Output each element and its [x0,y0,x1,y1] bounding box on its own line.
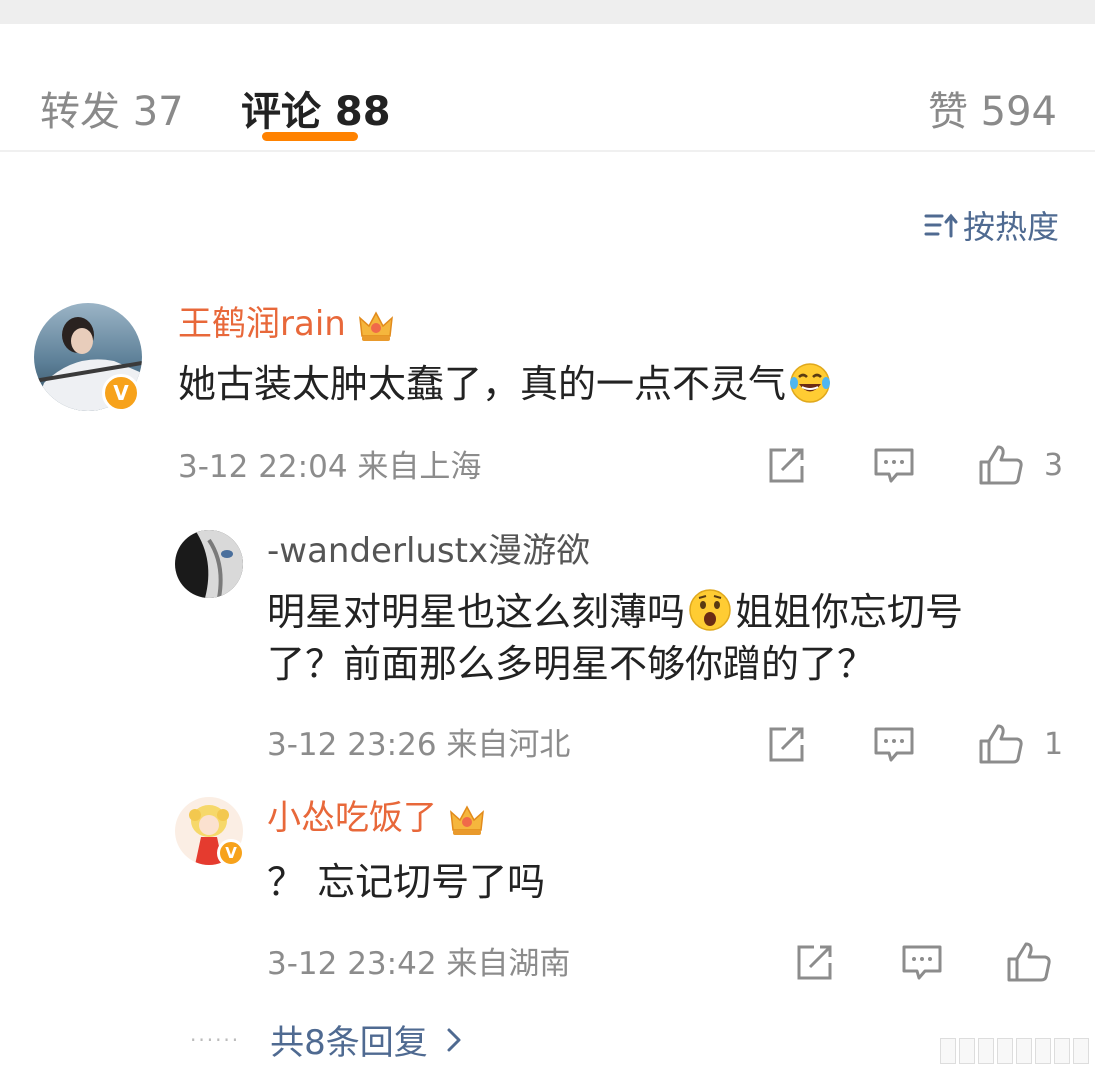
share-icon [797,945,832,980]
chevron-right-icon [447,1028,461,1051]
laugh-cry-emoji [790,363,831,403]
username[interactable]: -wanderlustx漫游欲 [267,530,590,572]
comment-time: 3-12 23:26 [267,727,437,763]
comment-text: 她古装太肿太蠢了，真的一点不灵气 [178,358,832,410]
thumbs-up-icon [1007,942,1051,982]
shocked-emoji [689,589,731,631]
comment-time: 3-12 23:42 [267,946,437,982]
comment-meta: 3-12 23:42 来自湖南 [267,944,570,984]
reply-button[interactable] [901,943,943,983]
share-icon [769,448,804,483]
comment-location: 来自湖南 [446,946,571,982]
verified-badge: V [102,374,140,412]
tab-repost[interactable]: 转发 37 [40,88,184,136]
vip-crown-icon [358,310,393,341]
like-button[interactable]: 1 [978,723,1063,765]
share-button[interactable] [766,446,806,486]
tab-like[interactable]: 赞 594 [928,88,1057,136]
share-button[interactable] [794,943,834,983]
comment-icon [874,448,914,483]
reply-button[interactable] [873,446,915,486]
sort-label: 按热度 [962,208,1059,246]
reply-button[interactable] [873,725,915,765]
like-count: 1 [1044,726,1064,762]
tab-comment[interactable]: 评论 88 [241,88,391,136]
vip-crown-icon [450,804,484,835]
thumbs-up-icon [979,724,1023,764]
comment-icon [874,727,914,762]
username[interactable]: 小怂吃饭了 [267,797,487,840]
watermark [940,1038,1089,1064]
username[interactable]: 王鹤润rain [178,303,396,346]
sort-icon [924,213,958,238]
comment-text: ？ 忘记切号了吗 [267,860,546,904]
more-replies-label: 共8条回复 [270,1023,428,1063]
active-tab-indicator [262,132,358,141]
comment-icon [902,945,942,980]
comment-time: 3-12 22:04 [178,449,348,485]
comment-text: 明星对明星也这么刻薄吗 姐姐你忘切号 了？前面那么多明星不够你蹭的了？ [267,586,1057,690]
comment-location: 来自上海 [357,449,482,485]
share-icon [769,727,804,762]
like-button[interactable] [1006,941,1052,983]
more-replies-link[interactable]: ······ 共8条回复 [190,1015,462,1064]
thumbs-up-icon [979,445,1023,485]
like-count: 3 [1044,447,1064,483]
top-strip [0,0,1095,24]
comment-meta: 3-12 23:26 来自河北 [267,725,570,765]
like-button[interactable]: 3 [978,444,1063,486]
sort-toggle[interactable]: 按热度 [923,204,1059,246]
verified-badge: V [217,839,245,867]
comment-location: 来自河北 [446,727,571,763]
share-button[interactable] [766,725,806,765]
divider-dots: ······ [190,1027,241,1052]
tab-bar: 转发 37 评论 88 赞 594 [0,24,1095,152]
comment-meta: 3-12 22:04 来自上海 [178,447,481,487]
avatar[interactable] [175,530,243,598]
